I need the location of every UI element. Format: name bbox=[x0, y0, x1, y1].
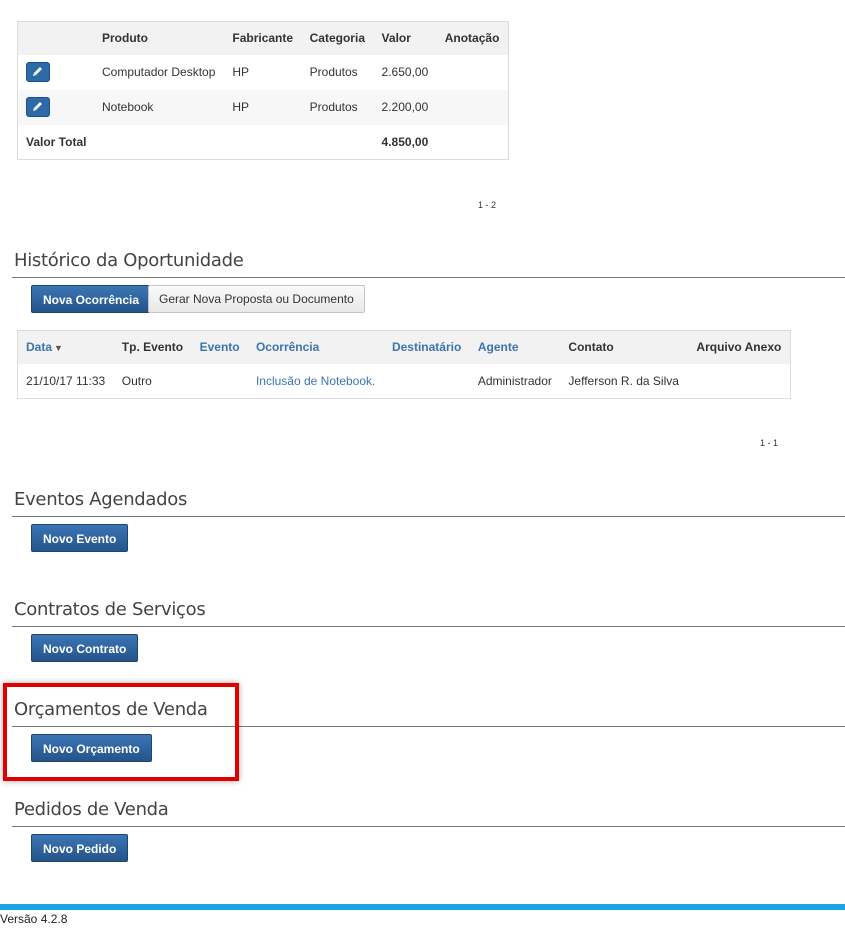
nova-ocorrencia-button[interactable]: Nova Ocorrência bbox=[31, 285, 152, 313]
novo-contrato-button[interactable]: Novo Contrato bbox=[31, 634, 139, 662]
header-produto: Produto bbox=[102, 31, 148, 46]
divider bbox=[12, 826, 845, 827]
divider bbox=[12, 626, 845, 627]
highlight-annotation bbox=[3, 683, 239, 781]
gerar-proposta-button[interactable]: Gerar Nova Proposta ou Documento bbox=[148, 285, 365, 313]
cell-tp-evento: Outro bbox=[121, 373, 152, 388]
version-label: Versão 4.2.8 bbox=[0, 912, 68, 926]
cell-categoria: Produtos bbox=[309, 100, 358, 114]
pedidos-title: Pedidos de Venda bbox=[14, 799, 169, 820]
header-tp-evento: Tp. Evento bbox=[121, 340, 184, 355]
header-valor: Valor bbox=[381, 31, 411, 46]
table-row: Notebook HP Produtos 2.200,00 bbox=[17, 89, 509, 125]
header-actions bbox=[18, 22, 95, 55]
divider bbox=[12, 277, 845, 278]
cell-arquivo bbox=[688, 364, 790, 399]
cell-data: 21/10/17 11:33 bbox=[26, 373, 106, 388]
header-agente[interactable]: Agente bbox=[470, 331, 561, 364]
cell-valor: 2.200,00 bbox=[381, 100, 429, 114]
historico-title: Histórico da Oportunidade bbox=[14, 250, 244, 271]
header-arquivo: Arquivo Anexo bbox=[696, 340, 782, 355]
divider bbox=[12, 516, 845, 517]
contratos-title: Contratos de Serviços bbox=[14, 599, 206, 620]
cell-agente: Administrador bbox=[477, 373, 552, 388]
header-data[interactable]: Data ▼ bbox=[18, 331, 114, 364]
cell-evento bbox=[192, 364, 248, 399]
footer-bar bbox=[0, 904, 845, 910]
pencil-icon bbox=[33, 102, 42, 111]
cell-categoria: Produtos bbox=[309, 65, 358, 79]
row-actions bbox=[18, 55, 95, 90]
sort-down-icon: ▼ bbox=[54, 343, 63, 354]
cell-contato: Jefferson R. da Silva bbox=[568, 373, 679, 388]
cell-produto: Notebook bbox=[102, 100, 154, 114]
header-contato: Contato bbox=[568, 340, 614, 355]
header-data-label: Data bbox=[26, 340, 53, 355]
total-label: Valor Total bbox=[26, 134, 87, 149]
cell-anotacao bbox=[437, 90, 509, 125]
edit-button[interactable] bbox=[26, 97, 50, 117]
total-value: 4.850,00 bbox=[381, 134, 429, 149]
products-header-row: Produto Fabricante Categoria Valor Anota… bbox=[17, 21, 509, 55]
table-row: 21/10/17 11:33 Outro Inclusão de Noteboo… bbox=[18, 364, 791, 399]
cell-fabricante: HP bbox=[232, 65, 250, 79]
cell-fabricante: HP bbox=[232, 100, 250, 114]
edit-button[interactable] bbox=[26, 62, 50, 82]
cell-destinatario bbox=[384, 364, 470, 399]
table-row: Computador Desktop HP Produtos 2.650,00 bbox=[18, 55, 509, 90]
header-fabricante: Fabricante bbox=[232, 31, 294, 46]
novo-evento-button[interactable]: Novo Evento bbox=[31, 524, 129, 552]
header-evento[interactable]: Evento bbox=[192, 331, 248, 364]
header-categoria: Categoria bbox=[309, 31, 365, 46]
eventos-title: Eventos Agendados bbox=[14, 489, 188, 510]
cell-produto: Computador Desktop bbox=[102, 65, 216, 79]
historico-pager[interactable]: 1 - 1 bbox=[760, 438, 778, 448]
cell-anotacao bbox=[437, 55, 509, 90]
header-anotacao: Anotação bbox=[444, 31, 500, 46]
cell-valor: 2.650,00 bbox=[381, 65, 429, 79]
novo-pedido-button[interactable]: Novo Pedido bbox=[31, 834, 129, 862]
products-table: Produto Fabricante Categoria Valor Anota… bbox=[17, 21, 509, 160]
historico-table: Data ▼ Tp. Evento Evento Ocorrência Desti… bbox=[17, 330, 791, 399]
header-destinatario[interactable]: Destinatário bbox=[384, 331, 470, 364]
cell-ocorrencia-link[interactable]: Inclusão de Notebook. bbox=[248, 364, 384, 399]
products-pager[interactable]: 1 - 2 bbox=[478, 200, 496, 210]
row-actions bbox=[18, 90, 95, 125]
total-row: Valor Total 4.850,00 bbox=[18, 125, 509, 160]
pencil-icon bbox=[33, 67, 42, 76]
historico-header-row: Data ▼ Tp. Evento Evento Ocorrência Desti… bbox=[17, 330, 791, 364]
header-ocorrencia[interactable]: Ocorrência bbox=[248, 331, 384, 364]
